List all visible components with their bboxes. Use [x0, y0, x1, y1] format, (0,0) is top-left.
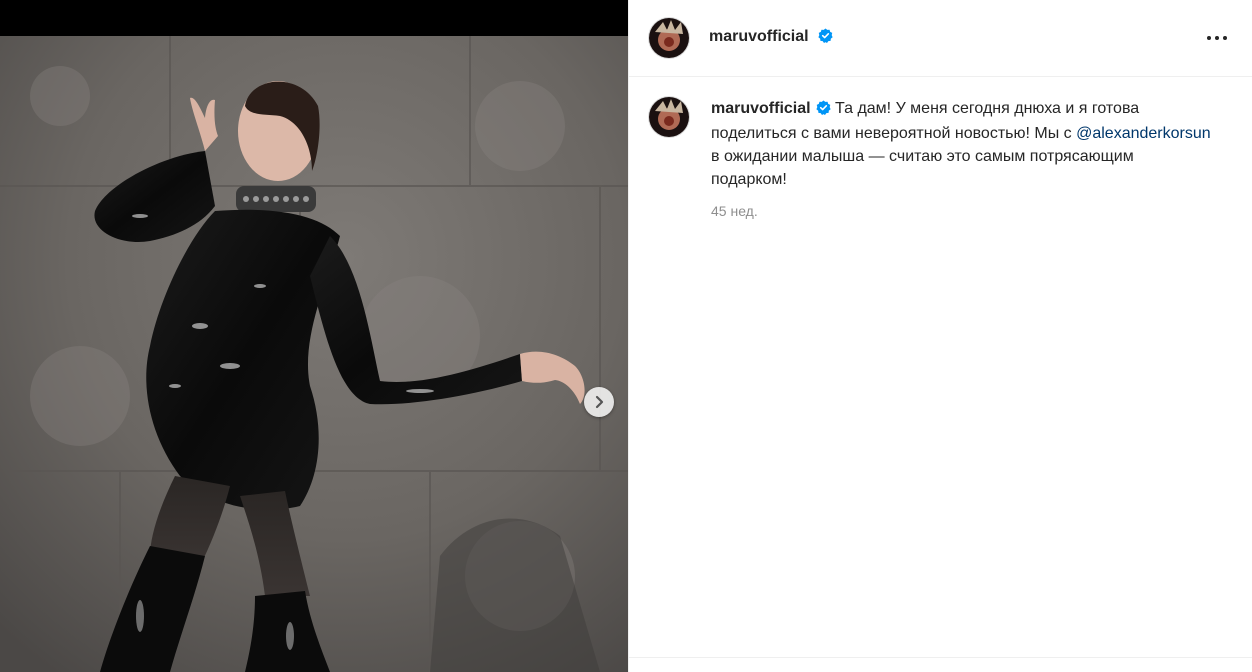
caption-area: maruvofficial Та дам! У меня сегодня дню…: [629, 77, 1252, 219]
caption-body: maruvofficial Та дам! У меня сегодня дню…: [711, 97, 1211, 219]
media-pane: [0, 0, 628, 672]
mention-link[interactable]: @alexanderkorsun: [1076, 125, 1211, 142]
avatar[interactable]: [649, 18, 689, 58]
more-options-button[interactable]: [1202, 23, 1232, 53]
post-photo[interactable]: [0, 36, 628, 672]
verified-badge-icon: [818, 28, 833, 48]
more-options-icon: [1207, 36, 1227, 40]
post-timestamp[interactable]: 45 нед.: [711, 203, 1211, 219]
caption-text: maruvofficial Та дам! У меня сегодня дню…: [711, 97, 1211, 191]
post-details-pane: maruvofficial maruvofficial Та дам! У ме…: [628, 0, 1252, 672]
post-header: maruvofficial: [629, 0, 1252, 77]
divider: [629, 657, 1252, 658]
caption-part-2: в ожидании малыша — считаю это самым пот…: [711, 148, 1134, 188]
username-text: maruvofficial: [709, 28, 809, 45]
post-author-username[interactable]: maruvofficial: [709, 28, 833, 48]
caption-username[interactable]: maruvofficial: [711, 100, 811, 117]
verified-badge-icon: [815, 99, 831, 122]
post-modal: maruvofficial maruvofficial Та дам! У ме…: [0, 0, 1252, 672]
caption-avatar[interactable]: [649, 97, 689, 137]
media-top-bar: [0, 0, 628, 36]
chevron-right-icon: [595, 395, 604, 409]
next-photo-button[interactable]: [584, 387, 614, 417]
